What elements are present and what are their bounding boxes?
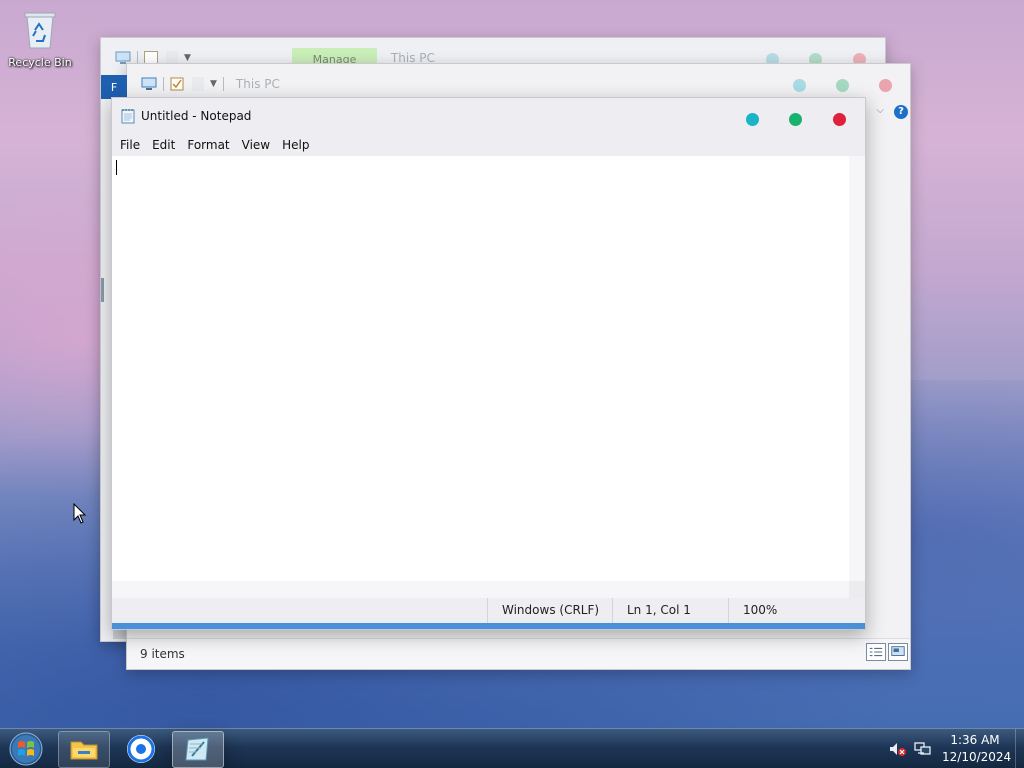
status-cursor-position: Ln 1, Col 1: [612, 598, 729, 623]
vertical-scrollbar[interactable]: [849, 156, 865, 581]
notepad-icon: [121, 109, 135, 124]
menu-help[interactable]: Help: [282, 136, 309, 154]
chevron-down-icon[interactable]: ▼: [184, 53, 191, 63]
window-title: Untitled - Notepad: [141, 109, 252, 123]
chrome-icon: [127, 735, 155, 763]
notepad-window[interactable]: Untitled - Notepad File Edit Format View…: [111, 97, 866, 630]
window-accent-bar: [112, 623, 865, 629]
text-editor[interactable]: [112, 156, 849, 581]
help-icon[interactable]: ?: [894, 105, 908, 119]
properties-icon[interactable]: [170, 77, 184, 91]
taskbar: 1:36 AM 12/10/2024: [0, 728, 1024, 768]
close-button[interactable]: [879, 79, 892, 92]
maximize-button[interactable]: [789, 113, 802, 126]
horizontal-scrollbar[interactable]: [112, 581, 865, 598]
details-view-icon[interactable]: [866, 643, 886, 661]
volume-muted-icon[interactable]: [888, 741, 906, 757]
folder-icon: [70, 741, 98, 760]
separator: [163, 77, 164, 91]
desktop-icon-recycle-bin[interactable]: Recycle Bin: [6, 8, 74, 78]
clock-time: 1:36 AM: [950, 733, 1000, 747]
separator: [222, 77, 224, 91]
explorer-status-bar: 9 items: [127, 638, 910, 669]
close-button[interactable]: [833, 113, 846, 126]
menu-file[interactable]: File: [120, 136, 140, 154]
taskbar-notepad-button[interactable]: [172, 731, 224, 768]
start-button[interactable]: [6, 731, 46, 767]
taskbar-clock[interactable]: 1:36 AM 12/10/2024: [942, 732, 1012, 766]
minimize-button[interactable]: [746, 113, 759, 126]
status-zoom: 100%: [728, 598, 843, 623]
ribbon-expand-icon[interactable]: ⌵: [876, 105, 884, 116]
menu-edit[interactable]: Edit: [152, 136, 175, 154]
text-caret: [116, 160, 117, 175]
tab-file[interactable]: F: [101, 75, 127, 99]
new-folder-icon[interactable]: [192, 77, 204, 91]
maximize-button[interactable]: [836, 79, 849, 92]
show-desktop-button[interactable]: [1015, 729, 1024, 768]
clock-date: 12/10/2024: [942, 750, 1012, 764]
system-tray: 1:36 AM 12/10/2024: [884, 729, 1024, 768]
menu-format[interactable]: Format: [187, 136, 229, 154]
network-icon[interactable]: [914, 741, 932, 757]
recycle-bin-icon: [24, 12, 56, 49]
notepad-status-bar: Windows (CRLF) Ln 1, Col 1 100%: [112, 598, 865, 623]
desktop-icon-label: Recycle Bin: [8, 56, 72, 69]
minimize-button[interactable]: [793, 79, 806, 92]
window-title: This PC: [235, 77, 280, 91]
notepad-icon: [185, 737, 209, 761]
taskbar-chrome-button[interactable]: [116, 731, 166, 766]
mouse-cursor-icon: [73, 503, 87, 524]
status-line-ending: Windows (CRLF): [487, 598, 612, 623]
computer-icon: [141, 77, 157, 90]
view-toggle: [864, 643, 908, 661]
resize-handle[interactable]: [101, 278, 104, 302]
scrollbar-corner: [849, 581, 865, 598]
taskbar-explorer-button[interactable]: [58, 731, 110, 768]
item-count: 9 items: [140, 647, 185, 661]
menu-bar: File Edit Format View Help: [112, 134, 865, 156]
menu-view[interactable]: View: [242, 136, 270, 154]
chevron-down-icon[interactable]: ▼: [210, 79, 217, 89]
large-icons-view-icon[interactable]: [888, 643, 908, 661]
